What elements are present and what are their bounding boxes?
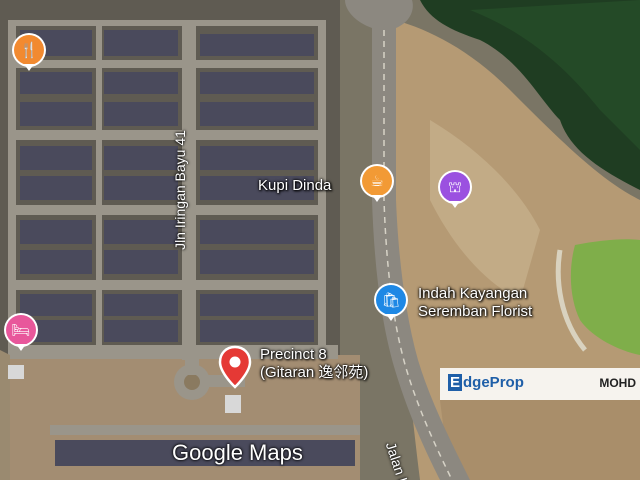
shopping-bag-icon: 🛍 <box>381 290 401 309</box>
florist-label-line2: Seremban Florist <box>418 303 533 320</box>
edgeprop-watermark: EdgeProp MOHD <box>440 368 640 400</box>
map-imagery <box>0 0 640 480</box>
watermark-user: MOHD <box>599 376 636 390</box>
satellite-map[interactable]: 🍴 🛏 ☕ Kupi Dinda ⛫ 🛍 Indah Kayangan Sere… <box>0 0 640 480</box>
florist-label-line1: Indah Kayangan <box>418 285 528 302</box>
kupi-dinda-label[interactable]: Kupi Dinda <box>258 177 331 195</box>
florist-label[interactable]: Indah Kayangan Seremban Florist <box>418 285 532 321</box>
landmark-marker[interactable]: ⛫ <box>440 172 470 202</box>
cafe-icon: ☕ <box>370 171 384 190</box>
road-label-jln-iringan-bayu-41: Jln Iringan Bayu 41 <box>171 130 188 250</box>
florist-marker[interactable]: 🛍 <box>376 285 406 315</box>
precinct-label-line2: (Gitaran 逸邻苑) <box>260 364 369 381</box>
fork-knife-icon: 🍴 <box>19 40 39 59</box>
bed-icon: 🛏 <box>11 320 31 339</box>
google-maps-attribution: Google Maps <box>172 440 303 465</box>
location-pin-icon[interactable] <box>218 345 252 389</box>
restaurant-marker[interactable]: 🍴 <box>14 35 44 65</box>
kupi-dinda-marker[interactable]: ☕ <box>362 166 392 196</box>
hotel-marker[interactable]: 🛏 <box>6 315 36 345</box>
precinct-label[interactable]: Precinct 8 (Gitaran 逸邻苑) <box>260 346 368 382</box>
precinct-label-line1: Precinct 8 <box>260 346 327 363</box>
edgeprop-logo: EdgeProp <box>448 374 524 391</box>
landmark-icon: ⛫ <box>448 177 462 196</box>
